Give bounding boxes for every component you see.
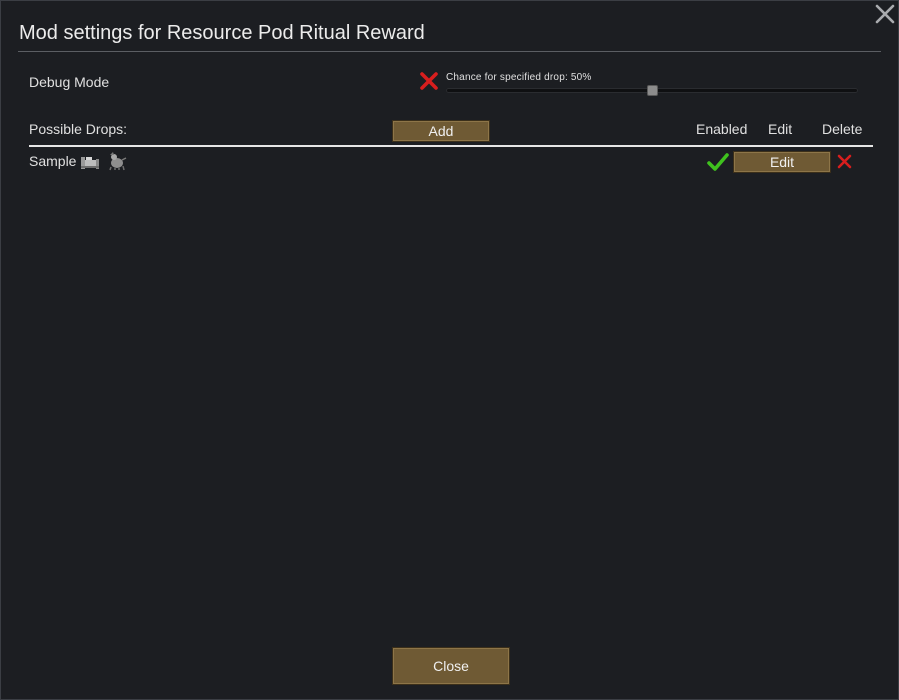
possible-drops-label: Possible Drops: (29, 121, 128, 137)
animal-creature-icon (109, 152, 127, 171)
add-drop-button[interactable]: Add (392, 120, 490, 142)
title-divider (18, 51, 881, 52)
debug-mode-label: Debug Mode (29, 74, 110, 90)
drop-chance-slider-handle[interactable] (647, 85, 658, 96)
bed-furniture-icon (81, 157, 99, 169)
drop-chance-label: Chance for specified drop: 50% (446, 72, 592, 83)
close-x-icon[interactable] (874, 3, 896, 25)
delete-cross-icon[interactable] (837, 154, 852, 169)
mod-settings-dialog: Mod settings for Resource Pod Ritual Rew… (0, 0, 899, 700)
table-header-divider (29, 145, 873, 147)
dialog-title: Mod settings for Resource Pod Ritual Rew… (19, 22, 425, 44)
column-header-edit: Edit (768, 121, 793, 137)
close-button[interactable]: Close (392, 647, 510, 685)
edit-drop-button[interactable]: Edit (733, 151, 831, 173)
column-header-enabled: Enabled (696, 121, 748, 137)
debug-mode-toggle-cross-icon[interactable] (418, 70, 440, 92)
enabled-check-icon[interactable] (707, 151, 729, 173)
column-header-delete: Delete (822, 121, 863, 137)
drop-name: Sample (29, 153, 77, 169)
